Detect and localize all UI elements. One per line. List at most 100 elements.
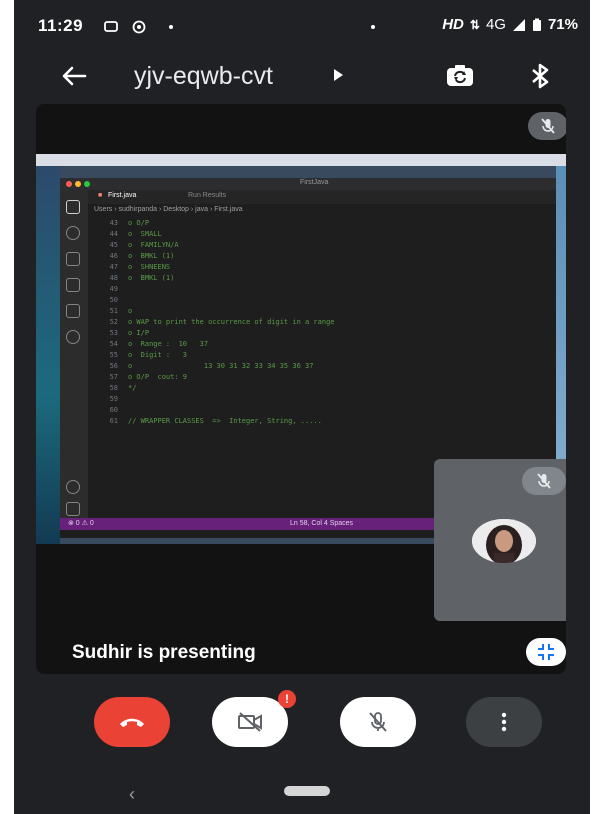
switch-camera-icon xyxy=(447,65,473,86)
system-back-button[interactable]: ‹ xyxy=(122,784,142,804)
remote-icon xyxy=(66,330,80,344)
code-text: o FAMILYN/A xyxy=(128,241,179,249)
line-number: 48 xyxy=(109,274,118,282)
code-line: 49 xyxy=(88,284,128,294)
source-control-icon xyxy=(66,252,80,266)
run-debug-icon xyxy=(66,278,80,292)
window-close-icon xyxy=(66,181,72,187)
code-line: 58 */ xyxy=(88,383,137,393)
mic-toggle-button[interactable] xyxy=(340,697,416,747)
editor-titlebar: FirstJava xyxy=(60,178,556,190)
activity-bar xyxy=(60,190,88,518)
line-number: 44 xyxy=(109,230,118,238)
signal-icon xyxy=(512,18,525,31)
settings-gear-icon xyxy=(66,502,80,516)
line-number: 55 xyxy=(109,351,118,359)
avatar xyxy=(472,519,536,563)
code-line: 56 o 13 30 31 32 33 34 35 36 37 xyxy=(88,361,314,371)
end-call-button[interactable] xyxy=(94,697,170,747)
code-line: 53 o I/P xyxy=(88,328,150,338)
code-line: 59 xyxy=(88,394,128,404)
mic-off-icon xyxy=(369,712,387,732)
code-line: 46 o BMKL (1) xyxy=(88,251,175,261)
more-options-button[interactable] xyxy=(466,697,542,747)
code-text: */ xyxy=(128,384,137,392)
presentation-stage: FirstJava ■ First.java Run Results Users… xyxy=(36,104,566,674)
code-line: 51 o xyxy=(88,306,133,316)
search-icon xyxy=(66,226,80,240)
hd-label: HD xyxy=(442,16,464,33)
bluetooth-audio-button[interactable] xyxy=(522,58,558,94)
window-minimize-icon xyxy=(75,181,81,187)
bluetooth-icon xyxy=(532,63,549,89)
line-number: 58 xyxy=(109,384,118,392)
back-button[interactable] xyxy=(54,58,94,94)
camera-toggle-button[interactable] xyxy=(212,697,288,747)
self-view-tile[interactable] xyxy=(434,459,566,621)
home-gesture-bar[interactable] xyxy=(284,786,330,796)
code-line: 60 xyxy=(88,405,128,415)
line-number: 45 xyxy=(109,241,118,249)
line-number: 61 xyxy=(109,417,118,425)
java-file-icon: ■ xyxy=(98,192,103,199)
signal-label: 4G xyxy=(485,16,506,33)
problems-count: ⊗ 0 ⚠ 0 xyxy=(68,520,94,527)
line-number: 59 xyxy=(109,395,118,403)
tab-run-results: Run Results xyxy=(188,192,227,199)
screen-share-status-icon xyxy=(104,21,118,32)
account-icon xyxy=(66,480,80,494)
dot-icon xyxy=(169,25,173,29)
camera-off-icon xyxy=(238,712,262,732)
code-text: o SMALL xyxy=(128,230,162,238)
camera-alert-badge: ! xyxy=(278,690,296,708)
battery-icon xyxy=(532,18,541,31)
meet-call-screen: 11:29 HD ⇅ 4G 71% yjv-eqwb-cvt FirstJava… xyxy=(14,0,590,814)
code-text: o xyxy=(128,307,133,315)
collapse-icon xyxy=(538,644,554,660)
exit-fullscreen-button[interactable] xyxy=(526,638,566,666)
extensions-icon xyxy=(66,304,80,318)
code-line: 47 o SHNEENS xyxy=(88,262,171,272)
line-number: 50 xyxy=(109,296,118,304)
code-text: o 13 30 31 32 33 34 35 36 37 xyxy=(128,362,314,370)
line-number: 43 xyxy=(109,219,118,227)
code-text: // WRAPPER CLASSES => Integer, String, .… xyxy=(128,417,322,425)
person-avatar-image xyxy=(472,519,536,563)
window-maximize-icon xyxy=(84,181,90,187)
line-number: 52 xyxy=(109,318,118,326)
explorer-icon xyxy=(66,200,80,214)
app-notification-icon xyxy=(132,20,146,34)
mic-off-icon xyxy=(541,118,555,134)
tab-first-java: First.java xyxy=(108,192,137,199)
mic-off-icon xyxy=(537,473,551,489)
line-number: 53 xyxy=(109,329,118,337)
code-line: 57 o O/P cout: 9 xyxy=(88,372,187,382)
battery-percent: 71% xyxy=(547,16,578,33)
code-text: o SHNEENS xyxy=(128,263,171,271)
status-time: 11:29 xyxy=(38,16,84,35)
code-line: 61 // WRAPPER CLASSES => Integer, String,… xyxy=(88,416,322,426)
code-text: o BMKL (1) xyxy=(128,274,175,282)
line-number: 56 xyxy=(109,362,118,370)
code-text: o O/P xyxy=(128,219,150,227)
line-number: 46 xyxy=(109,252,118,260)
editor-window-title: FirstJava xyxy=(300,179,329,186)
editor-tabs: ■ First.java Run Results xyxy=(88,190,556,204)
line-number: 60 xyxy=(109,406,118,414)
phone-hangup-icon xyxy=(120,718,144,727)
presenting-label: Sudhir is presenting xyxy=(72,642,256,663)
meeting-info-arrow-icon[interactable] xyxy=(332,68,344,82)
code-line: 50 xyxy=(88,295,128,305)
code-line: 44 o SMALL xyxy=(88,229,162,239)
data-arrows-icon: ⇅ xyxy=(469,17,480,32)
code-text: o WAP to print the occurrence of digit i… xyxy=(128,318,335,326)
code-line: 55 o Digit : 3 xyxy=(88,350,187,360)
status-indicators: HD ⇅ 4G 71% xyxy=(442,16,578,33)
code-line: 43 o O/P xyxy=(88,218,150,228)
presenter-mic-off-indicator xyxy=(528,112,566,140)
code-line: 45 o FAMILYN/A xyxy=(88,240,179,250)
line-number: 47 xyxy=(109,263,118,271)
cursor-position: Ln 58, Col 4 Spaces xyxy=(290,520,354,527)
meeting-code[interactable]: yjv-eqwb-cvt xyxy=(134,62,273,91)
switch-camera-button[interactable] xyxy=(440,58,480,94)
